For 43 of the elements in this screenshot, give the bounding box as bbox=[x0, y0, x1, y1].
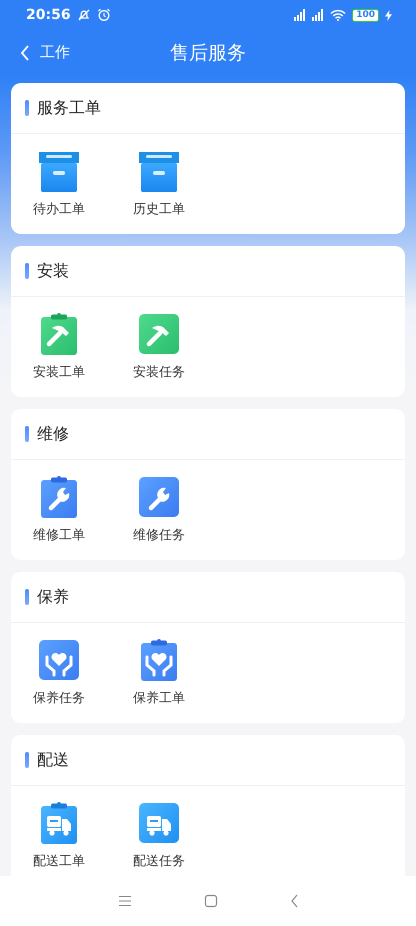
back-icon[interactable] bbox=[290, 894, 298, 908]
menu-tile[interactable]: 安装工单 bbox=[23, 313, 95, 381]
battery-level: 100 bbox=[352, 8, 379, 22]
wifi-icon bbox=[330, 9, 346, 21]
clipboard-hands-heart-icon bbox=[138, 639, 180, 681]
clipboard-hammer-icon bbox=[38, 313, 80, 355]
bell-off-icon bbox=[76, 8, 91, 22]
back-button[interactable]: 工作 bbox=[0, 43, 70, 62]
archive-box-icon bbox=[138, 150, 180, 192]
hammer-icon bbox=[138, 313, 180, 355]
menu-tile[interactable]: 安装任务 bbox=[123, 313, 195, 381]
menu-tile[interactable]: 维修任务 bbox=[123, 476, 195, 544]
page-title: 售后服务 bbox=[169, 40, 247, 66]
charging-icon bbox=[385, 10, 392, 20]
clipboard-wrench-icon bbox=[38, 476, 80, 518]
section-title: 保养 bbox=[37, 586, 69, 608]
clock-time: 20:56 bbox=[26, 7, 71, 23]
section-title: 服务工单 bbox=[37, 98, 101, 118]
menu-tile[interactable]: 保养工单 bbox=[123, 639, 195, 707]
menu-icon[interactable] bbox=[118, 895, 132, 907]
accent-bar bbox=[25, 426, 29, 442]
menu-tile[interactable]: 配送任务 bbox=[123, 802, 195, 870]
accent-bar bbox=[25, 752, 29, 768]
menu-tile[interactable]: 待办工单 bbox=[23, 150, 95, 218]
accent-bar bbox=[25, 589, 29, 605]
signal-icon bbox=[312, 9, 324, 21]
section-title: 维修 bbox=[37, 424, 69, 444]
menu-tile[interactable]: 历史工单 bbox=[123, 150, 195, 218]
archive-box-icon bbox=[38, 150, 80, 192]
menu-tile[interactable]: 维修工单 bbox=[23, 476, 95, 544]
alarm-icon bbox=[96, 8, 111, 22]
back-icon bbox=[20, 44, 30, 60]
menu-tile[interactable]: 保养任务 bbox=[23, 639, 95, 707]
home-icon[interactable] bbox=[204, 894, 218, 908]
section-title: 安装 bbox=[37, 260, 69, 282]
wrench-icon bbox=[138, 476, 180, 518]
accent-bar bbox=[25, 263, 29, 279]
menu-tile[interactable]: 配送工单 bbox=[23, 802, 95, 870]
clipboard-truck-icon bbox=[38, 802, 80, 844]
accent-bar bbox=[25, 100, 29, 116]
signal-icon bbox=[294, 9, 306, 21]
truck-icon bbox=[138, 802, 180, 844]
section-title: 配送 bbox=[37, 750, 69, 770]
